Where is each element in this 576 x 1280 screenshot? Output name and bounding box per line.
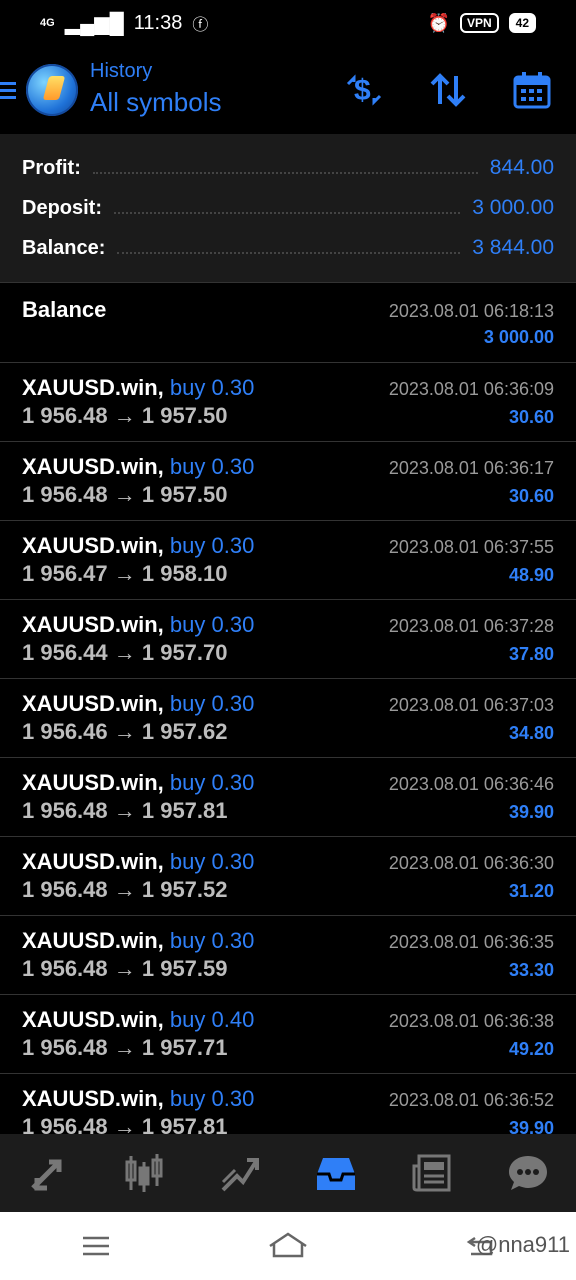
- trade-side: buy 0.30: [169, 691, 255, 716]
- trade-symbol: XAUUSD.win, buy 0.30: [22, 1086, 255, 1111]
- trade-prices: 1 956.48 → 1 957.59: [22, 956, 228, 981]
- chat-icon[interactable]: [506, 1151, 550, 1195]
- trade-row[interactable]: XAUUSD.win, buy 0.40 1 956.48 → 1 957.71 2…: [0, 995, 576, 1074]
- app-bar: History All symbols $: [0, 46, 576, 134]
- candlestick-chart-icon[interactable]: [122, 1151, 166, 1195]
- trade-symbol: XAUUSD.win, buy 0.30: [22, 770, 255, 795]
- history-list[interactable]: Balance 2023.08.01 06:18:13 3 000.00 XAU…: [0, 283, 576, 1153]
- trade-time: 2023.08.01 06:36:46: [388, 774, 554, 794]
- menu-lines-icon[interactable]: [76, 1231, 116, 1261]
- trade-time: 2023.08.01 06:37:28: [388, 616, 554, 636]
- home-icon[interactable]: [268, 1231, 308, 1261]
- deposit-row: Deposit: 3 000.00: [22, 188, 554, 228]
- trade-time: 2023.08.01 06:36:52: [388, 1090, 554, 1110]
- trade-side: buy 0.30: [169, 849, 255, 874]
- trade-profit: 37.80: [508, 644, 554, 664]
- balance-entry-amount: 3 000.00: [483, 327, 554, 347]
- chart-trend-icon[interactable]: [218, 1151, 262, 1195]
- trade-time: 2023.08.01 06:36:30: [388, 853, 554, 873]
- history-inbox-icon[interactable]: [314, 1151, 358, 1195]
- trade-side: buy 0.40: [169, 1007, 255, 1032]
- trade-prices: 1 956.48 → 1 957.50: [22, 482, 228, 507]
- trade-prices: 1 956.44 → 1 957.70: [22, 640, 228, 665]
- trade-time: 2023.08.01 06:37:03: [388, 695, 554, 715]
- account-summary: Profit: 844.00 Deposit: 3 000.00 Balance…: [0, 134, 576, 283]
- trade-side: buy 0.30: [169, 1086, 255, 1111]
- trade-row[interactable]: XAUUSD.win, buy 0.30 1 956.48 → 1 957.59 2…: [0, 916, 576, 995]
- trade-symbol: XAUUSD.win, buy 0.30: [22, 533, 255, 558]
- calendar-icon[interactable]: [512, 70, 552, 110]
- trade-arrows-icon[interactable]: [26, 1151, 70, 1195]
- trade-symbol: XAUUSD.win, buy 0.30: [22, 928, 255, 953]
- trade-row[interactable]: XAUUSD.win, buy 0.30 1 956.48 → 1 957.81 2…: [0, 758, 576, 837]
- watermark: @nna911: [475, 1232, 570, 1257]
- trade-prices: 1 956.48 → 1 957.81: [22, 798, 228, 823]
- trade-prices: 1 956.47 → 1 958.10: [22, 561, 228, 586]
- svg-text:$: $: [354, 74, 371, 107]
- trade-time: 2023.08.01 06:36:09: [388, 379, 554, 399]
- trade-symbol: XAUUSD.win, buy 0.30: [22, 375, 255, 400]
- news-icon[interactable]: [410, 1151, 454, 1195]
- trade-time: 2023.08.01 06:36:35: [388, 932, 554, 952]
- profit-label: Profit:: [22, 156, 81, 179]
- trade-profit: 30.60: [508, 407, 554, 427]
- trade-side: buy 0.30: [169, 770, 255, 795]
- trade-profit: 30.60: [508, 486, 554, 506]
- sort-icon[interactable]: [428, 70, 468, 110]
- status-time: 11:38: [133, 11, 183, 34]
- trade-side: buy 0.30: [169, 928, 255, 953]
- balance-row: Balance: 3 844.00: [22, 228, 554, 268]
- trade-symbol: XAUUSD.win, buy 0.30: [22, 454, 255, 479]
- battery-indicator: 42: [508, 13, 536, 33]
- trade-row[interactable]: XAUUSD.win, buy 0.30 1 956.48 → 1 957.50 2…: [0, 363, 576, 442]
- trade-side: buy 0.30: [169, 454, 255, 479]
- trade-row[interactable]: XAUUSD.win, buy 0.30 1 956.47 → 1 958.10 2…: [0, 521, 576, 600]
- trade-row[interactable]: XAUUSD.win, buy 0.30 1 956.46 → 1 957.62 2…: [0, 679, 576, 758]
- trade-prices: 1 956.46 → 1 957.62: [22, 719, 228, 744]
- signal-icon: ▂▄▆█: [64, 12, 124, 35]
- vpn-badge: VPN: [459, 13, 499, 33]
- balance-label: Balance:: [22, 236, 106, 259]
- deposit-value: 3 000.00: [472, 196, 554, 219]
- status-bar: 4G ▂▄▆█ 11:38 ⓕ ⏰ VPN 42: [0, 0, 576, 46]
- trade-time: 2023.08.01 06:37:55: [388, 537, 554, 557]
- trade-row[interactable]: XAUUSD.win, buy 0.30 1 956.44 → 1 957.70 2…: [0, 600, 576, 679]
- trade-symbol: XAUUSD.win, buy 0.40: [22, 1007, 255, 1032]
- trade-time: 2023.08.01 06:36:17: [388, 458, 554, 478]
- alarm-icon: ⏰: [427, 12, 450, 33]
- network-indicator: 4G: [40, 17, 55, 29]
- trade-side: buy 0.30: [169, 375, 255, 400]
- trade-profit: 48.90: [508, 565, 554, 585]
- trade-profit: 49.20: [508, 1039, 554, 1059]
- trade-prices: 1 956.48 → 1 957.52: [22, 877, 228, 902]
- balance-entry-name: Balance: [22, 297, 107, 322]
- page-title[interactable]: All symbols: [90, 87, 221, 118]
- page-subtitle: History: [90, 60, 153, 82]
- trade-symbol: XAUUSD.win, buy 0.30: [22, 612, 255, 637]
- trade-profit: 34.80: [508, 723, 554, 743]
- deposit-label: Deposit:: [22, 196, 102, 219]
- currency-exchange-icon[interactable]: $: [344, 70, 384, 110]
- trade-profit: 33.30: [508, 960, 554, 980]
- trade-time: 2023.08.01 06:36:38: [388, 1011, 554, 1031]
- app-logo: [26, 64, 78, 116]
- menu-icon[interactable]: [0, 78, 16, 103]
- trade-side: buy 0.30: [169, 533, 255, 558]
- trade-side: buy 0.30: [169, 612, 255, 637]
- trade-prices: 1 956.48 → 1 957.50: [22, 403, 228, 428]
- trade-symbol: XAUUSD.win, buy 0.30: [22, 691, 255, 716]
- trade-symbol: XAUUSD.win, buy 0.30: [22, 849, 255, 874]
- balance-value: 3 844.00: [472, 236, 554, 259]
- balance-entry-time: 2023.08.01 06:18:13: [388, 301, 554, 321]
- trade-prices: 1 956.48 → 1 957.71: [22, 1035, 228, 1060]
- trade-profit: 31.20: [508, 881, 554, 901]
- balance-entry[interactable]: Balance 2023.08.01 06:18:13 3 000.00: [0, 283, 576, 363]
- bottom-tab-bar: [0, 1134, 576, 1212]
- facebook-notification-icon: ⓕ: [192, 17, 209, 34]
- trade-row[interactable]: XAUUSD.win, buy 0.30 1 956.48 → 1 957.50 2…: [0, 442, 576, 521]
- profit-value: 844.00: [489, 156, 554, 179]
- profit-row: Profit: 844.00: [22, 148, 554, 188]
- trade-profit: 39.90: [508, 802, 554, 822]
- trade-row[interactable]: XAUUSD.win, buy 0.30 1 956.48 → 1 957.52 2…: [0, 837, 576, 916]
